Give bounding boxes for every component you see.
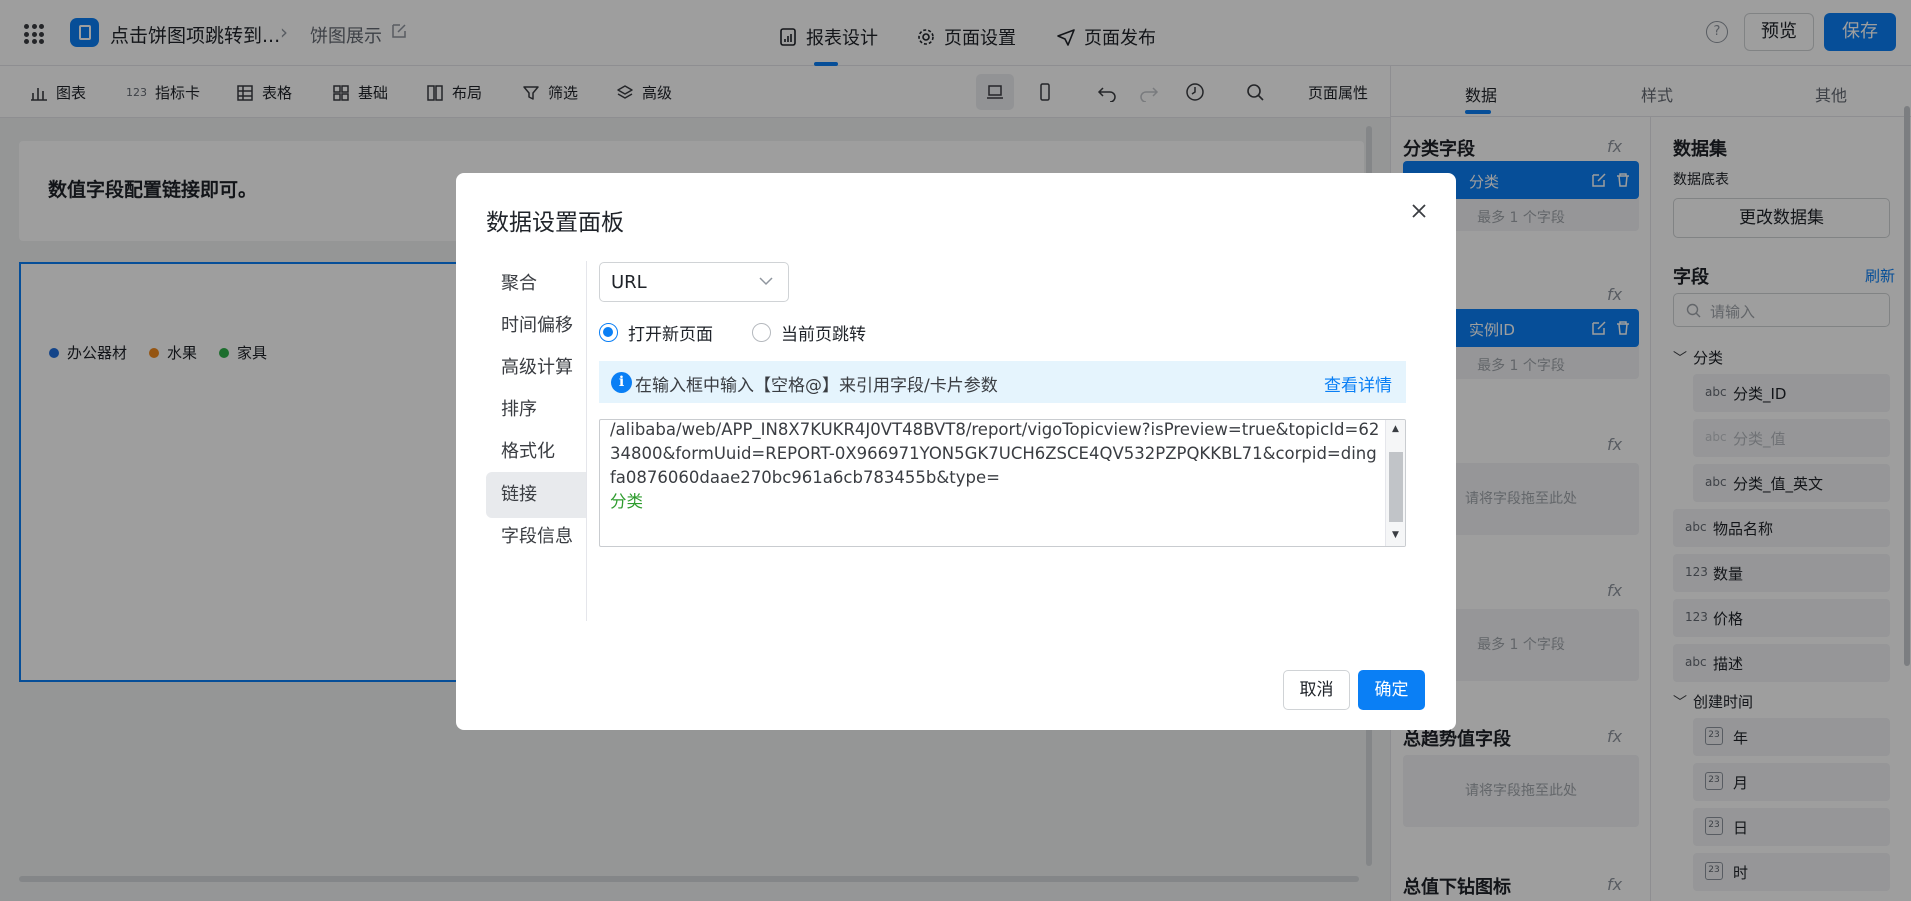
nav-advanced-calc[interactable]: 高级计算: [486, 345, 586, 391]
radio-open-new-page[interactable]: 打开新页面: [599, 320, 713, 345]
field-reference-tag[interactable]: 分类: [610, 490, 1380, 514]
nav-aggregate[interactable]: 聚合: [486, 261, 586, 307]
radio-current-page[interactable]: 当前页跳转: [752, 320, 866, 345]
chevron-down-icon: [759, 277, 773, 286]
info-banner: i 在输入框中输入【空格@】来引用字段/卡片参数 查看详情: [599, 361, 1406, 403]
nav-divider: [586, 261, 587, 621]
url-text-content: /alibaba/web/APP_IN8X7KUKR4J0VT48BVT8/re…: [610, 420, 1380, 514]
nav-field-info[interactable]: 字段信息: [486, 514, 586, 560]
nav-link[interactable]: 链接: [486, 472, 586, 518]
view-details-link[interactable]: 查看详情: [1324, 371, 1392, 396]
radio-label: 打开新页面: [628, 325, 713, 345]
radio-unchecked-icon: [752, 323, 771, 342]
radio-checked-icon: [599, 323, 618, 342]
info-text: 在输入框中输入【空格@】来引用字段/卡片参数: [635, 376, 998, 396]
scroll-thumb[interactable]: [1389, 452, 1403, 522]
scroll-up-icon[interactable]: ▲: [1392, 424, 1399, 434]
radio-label: 当前页跳转: [781, 325, 866, 345]
data-settings-dialog: 数据设置面板 聚合 时间偏移 高级计算 排序 格式化 链接 字段信息 URL 打…: [456, 173, 1456, 730]
url-input-scrollbar[interactable]: ▲ ▼: [1385, 420, 1405, 546]
info-icon: i: [611, 372, 632, 393]
url-input[interactable]: /alibaba/web/APP_IN8X7KUKR4J0VT48BVT8/re…: [599, 419, 1406, 547]
scroll-down-icon[interactable]: ▼: [1392, 530, 1399, 540]
confirm-button[interactable]: 确定: [1358, 670, 1425, 710]
nav-sort[interactable]: 排序: [486, 387, 586, 433]
dialog-title: 数据设置面板: [486, 210, 624, 236]
link-type-value: URL: [611, 272, 647, 293]
cancel-button[interactable]: 取消: [1283, 670, 1350, 710]
nav-time-offset[interactable]: 时间偏移: [486, 303, 586, 349]
nav-format[interactable]: 格式化: [486, 429, 586, 475]
url-text: /alibaba/web/APP_IN8X7KUKR4J0VT48BVT8/re…: [610, 420, 1380, 487]
link-type-select[interactable]: URL: [599, 262, 789, 302]
close-icon[interactable]: [1406, 198, 1432, 224]
